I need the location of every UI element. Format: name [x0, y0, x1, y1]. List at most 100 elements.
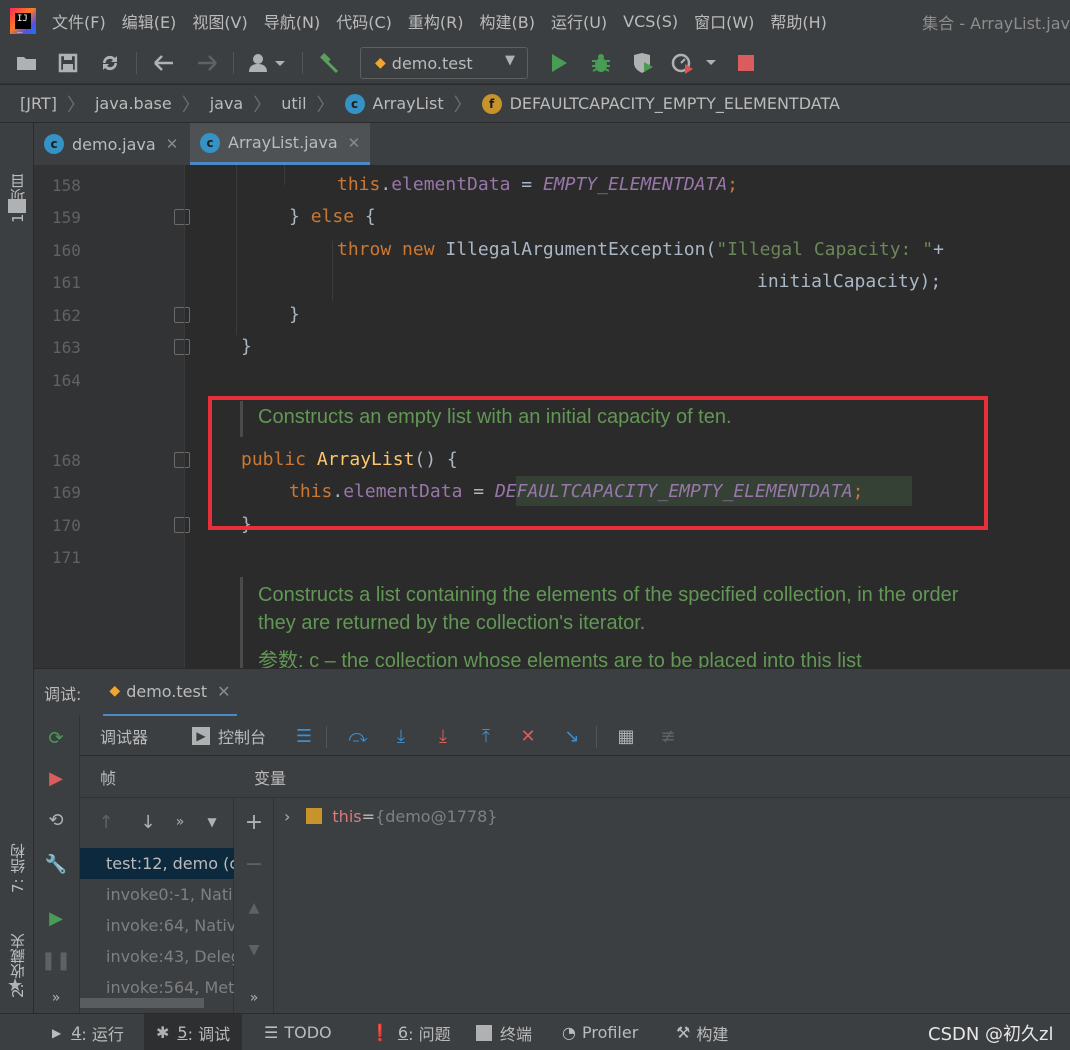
menu-view[interactable]: 视图(V) — [192, 9, 247, 33]
frame-row[interactable]: invoke0:-1, Nati — [80, 879, 234, 910]
drop-frame-icon[interactable]: ✕ — [516, 724, 540, 748]
structure-tool-button[interactable]: 7: 结构 — [7, 783, 28, 893]
close-icon[interactable]: ✕ — [348, 134, 361, 152]
chevron-down-icon[interactable]: ▼ — [200, 810, 224, 834]
close-icon[interactable]: ✕ — [217, 682, 230, 701]
terminal-tool-label: 终端 — [500, 1024, 533, 1044]
problems-tool-button[interactable]: ❗ 6: 问题 — [370, 1014, 451, 1050]
menu-build[interactable]: 构建(B) — [480, 9, 535, 33]
stop-icon[interactable] — [733, 50, 759, 76]
run-configuration-dropdown[interactable]: ◆ demo.test ▼ — [360, 47, 528, 79]
show-execution-point-icon[interactable]: ⤼ — [346, 724, 370, 748]
forward-arrow-icon[interactable] — [194, 50, 220, 76]
move-up-icon[interactable]: ▲ — [242, 896, 266, 920]
build-tool-button[interactable]: ⚒ 构建 — [676, 1014, 728, 1050]
fold-marker-icon[interactable] — [174, 339, 190, 355]
terminal-tool-button[interactable]: 终端 — [476, 1014, 532, 1050]
run-config-icon: ◆ — [109, 683, 121, 699]
menu-navigate[interactable]: 导航(N) — [264, 9, 320, 33]
breadcrumb-java-base[interactable]: java.base — [95, 94, 172, 113]
evaluate-expression-icon[interactable]: ▦ — [614, 724, 638, 748]
breadcrumb-field[interactable]: f DEFAULTCAPACITY_EMPTY_ELEMENTDATA — [481, 93, 840, 114]
menu-code[interactable]: 代码(C) — [336, 9, 392, 33]
trace-icon[interactable]: ≢ — [656, 724, 680, 748]
menu-help[interactable]: 帮助(H) — [770, 9, 827, 33]
close-icon[interactable]: ✕ — [166, 135, 179, 153]
step-over-icon[interactable]: ⤓ — [389, 724, 413, 748]
breadcrumb-util[interactable]: util — [281, 94, 306, 113]
restore-layout-icon[interactable]: ⟲ — [44, 808, 68, 832]
menu-refactor[interactable]: 重构(R) — [408, 9, 464, 33]
coverage-shield-icon[interactable] — [630, 50, 656, 76]
save-icon[interactable] — [55, 50, 81, 76]
warning-icon: ❗ — [370, 1023, 390, 1042]
fold-marker-icon[interactable] — [174, 307, 190, 323]
debug-tool-button[interactable]: ✱ 5: 调试 — [144, 1014, 243, 1050]
open-folder-icon[interactable] — [14, 50, 40, 76]
menu-vcs[interactable]: VCS(S) — [623, 12, 678, 31]
line-number: 163 — [52, 338, 81, 357]
run-config-icon: ◆ — [375, 55, 386, 71]
rerun-failed-icon[interactable]: ▶ — [44, 766, 68, 790]
code-close-brace: } — [289, 206, 311, 227]
debug-bug-icon: ✱ — [156, 1023, 170, 1042]
breadcrumb-arraylist[interactable]: c ArrayList — [344, 93, 444, 114]
user-dropdown-icon[interactable] — [246, 50, 290, 76]
settings-wrench-icon[interactable]: 🔧 — [44, 852, 68, 876]
breadcrumb-java[interactable]: java — [210, 94, 244, 113]
tab-debugger[interactable]: 调试器 — [100, 716, 148, 756]
run-icon[interactable] — [546, 50, 572, 76]
debug-label: 调试: — [44, 684, 82, 704]
profiler-tool-button[interactable]: ◔ Profiler — [562, 1014, 638, 1050]
sync-icon[interactable] — [97, 50, 123, 76]
step-into-icon[interactable]: ⤓ — [431, 724, 455, 748]
fold-marker-icon[interactable] — [174, 452, 190, 468]
build-hammer-icon[interactable] — [316, 50, 342, 76]
breadcrumb-jrt[interactable]: [JRT] — [20, 94, 57, 113]
todo-tool-button[interactable]: ☰ TODO — [264, 1014, 332, 1050]
variable-row-this[interactable]: › this = {demo@1778} — [284, 804, 497, 828]
step-out-icon[interactable]: ⤒ — [474, 724, 498, 748]
run-to-cursor-icon[interactable]: ↘ — [560, 724, 584, 748]
frame-row[interactable]: test:12, demo (c — [80, 848, 234, 879]
pause-icon[interactable]: ❚❚ — [41, 948, 71, 972]
arrow-down-icon[interactable]: ↓ — [136, 810, 160, 834]
tab-demo-java[interactable]: c demo.java ✕ — [34, 123, 188, 165]
profile-dropdown-icon[interactable] — [670, 50, 718, 76]
line-number: 162 — [52, 306, 81, 325]
layout-menu-icon[interactable]: ☰ — [292, 724, 316, 748]
more-label: » — [51, 990, 61, 1006]
menu-edit[interactable]: 编辑(E) — [122, 9, 177, 33]
chevron-right-icon[interactable]: › — [284, 807, 290, 826]
remove-watch-icon[interactable]: − — [242, 852, 266, 877]
code-line-163: } — [241, 336, 252, 357]
doc-param-text: c – the collection whose elements are to… — [303, 650, 862, 668]
variable-name: this — [332, 806, 362, 826]
editor-tabs: c demo.java ✕ c ArrayList.java ✕ — [34, 123, 1070, 165]
frames-scrollbar[interactable] — [80, 998, 204, 1008]
fold-marker-icon[interactable] — [174, 209, 190, 225]
add-watch-icon[interactable]: + — [242, 810, 266, 835]
tab-demo-java-label: demo.java — [72, 134, 156, 154]
debug-session-tab[interactable]: ◆ demo.test ✕ — [103, 669, 237, 717]
rerun-icon[interactable]: ⟳ — [44, 726, 68, 750]
move-down-icon[interactable]: ▼ — [242, 938, 266, 962]
more-icon[interactable]: » — [168, 810, 192, 834]
run-tool-button[interactable]: ▶ 4: 运行 — [46, 1014, 130, 1050]
tab-console[interactable]: ▶ 控制台 — [192, 716, 266, 756]
arrow-up-icon[interactable]: ↑ — [94, 810, 118, 834]
back-arrow-icon[interactable] — [151, 50, 177, 76]
debug-bug-icon[interactable] — [588, 50, 614, 76]
more-icon[interactable]: » — [44, 986, 68, 1010]
debug-toolbar: 调试器 ▶ 控制台 ☰ ⤼ ⤓ ⤓ ⤒ ✕ ↘ ▦ ≢ — [34, 716, 1070, 756]
menu-run[interactable]: 运行(U) — [551, 9, 607, 33]
resume-icon[interactable]: ▶ — [44, 906, 68, 930]
more-icon[interactable]: » — [242, 986, 266, 1010]
frame-row[interactable]: invoke:43, Deleg — [80, 941, 234, 972]
tab-arraylist-java[interactable]: c ArrayList.java ✕ — [190, 123, 370, 165]
menu-file[interactable]: 文件(F) — [52, 9, 106, 33]
frame-row[interactable]: invoke:64, Nativ — [80, 910, 234, 941]
menu-window[interactable]: 窗口(W) — [694, 9, 754, 33]
fold-marker-icon[interactable] — [174, 517, 190, 533]
todo-tool-label: TODO — [284, 1023, 332, 1042]
